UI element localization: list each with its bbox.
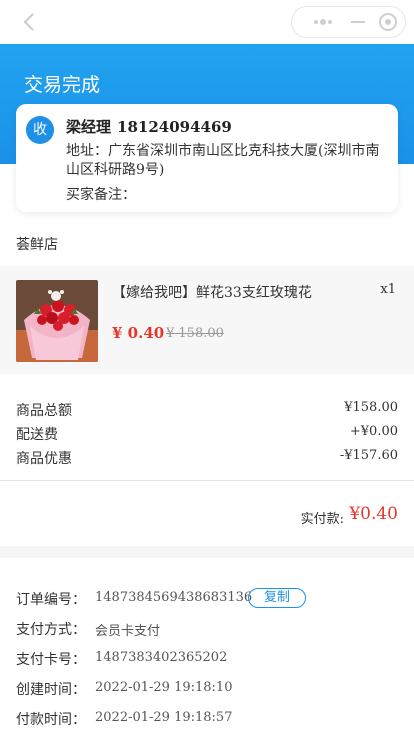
order-item[interactable]: 【嫁给我吧】鲜花33支红玫瑰花 x1 ¥ 0.40 ¥ 158.00	[0, 266, 414, 374]
section-gap	[0, 546, 414, 558]
info-row-payment-method: 支付方式： 会员卡支付	[16, 619, 398, 641]
summary-label: 商品总额	[16, 403, 72, 419]
receiver-address: 地址：广东省深圳市南山区比克科技大厦(深圳市南山区科研路9号)	[66, 142, 391, 180]
shop-name[interactable]: 荟鲜店	[16, 234, 58, 254]
product-original-price: ¥ 158.00	[166, 326, 224, 341]
order-number: 1487384569438683136	[95, 590, 253, 605]
summary-row-discount: 商品优惠 -¥157.60	[16, 448, 398, 470]
summary-value: -¥157.60	[339, 448, 398, 463]
paid-time: 2022-01-29 19:18:57	[95, 710, 233, 725]
target-close-icon	[379, 13, 397, 31]
receiver-badge: 收	[26, 116, 54, 144]
product-image	[16, 280, 98, 362]
address-label: 地址：	[66, 143, 108, 159]
receiver-name: 梁经理	[66, 118, 112, 136]
address-value: 广东省深圳市南山区比克科技大厦(深圳市南山区科研路9号)	[66, 143, 380, 178]
product-price: ¥ 0.40	[112, 324, 165, 342]
summary-value: +¥0.00	[349, 424, 398, 439]
more-button[interactable]	[302, 7, 342, 37]
info-label: 支付方式：	[16, 622, 86, 638]
more-dots-icon	[314, 19, 332, 25]
receiver-card: 收 梁经理 18124094469 地址：广东省深圳市南山区比克科技大厦(深圳市南…	[16, 104, 398, 212]
info-row-card-number: 支付卡号： 1487383402365202	[16, 649, 398, 671]
back-button[interactable]	[18, 10, 40, 34]
minimize-button[interactable]	[342, 7, 374, 37]
product-title: 【嫁给我吧】鲜花33支红玫瑰花	[112, 285, 312, 301]
info-row-order-number: 订单编号： 1487384569438683136 复制	[16, 588, 398, 611]
summary-row-delivery-fee: 配送费 +¥0.00	[16, 424, 398, 446]
payment-method: 会员卡支付	[95, 624, 161, 639]
summary-label: 配送费	[16, 427, 58, 443]
info-label: 支付卡号：	[16, 652, 86, 668]
info-label: 订单编号：	[16, 592, 86, 608]
product-quantity: x1	[380, 282, 396, 297]
copy-order-number-button[interactable]: 复制	[248, 588, 306, 608]
paid-amount: ¥0.40	[349, 504, 398, 524]
paid-label: 实付款:	[300, 512, 344, 527]
buyer-note-label: 买家备注：	[66, 187, 136, 203]
receiver-phone: 18124094469	[117, 118, 232, 136]
card-number: 1487383402365202	[95, 650, 228, 665]
minimize-icon	[351, 21, 365, 23]
info-label: 创建时间：	[16, 682, 86, 698]
info-label: 付款时间：	[16, 712, 86, 728]
summary-value: ¥158.00	[344, 400, 398, 415]
summary-label: 商品优惠	[16, 451, 72, 467]
info-row-created-time: 创建时间： 2022-01-29 19:18:10	[16, 679, 398, 701]
order-status-title: 交易完成	[24, 74, 101, 96]
mini-program-capsule	[291, 6, 406, 38]
info-row-paid-time: 付款时间： 2022-01-29 19:18:57	[16, 709, 398, 731]
summary-divider	[0, 480, 414, 481]
created-time: 2022-01-29 19:18:10	[95, 680, 233, 695]
receiver-line: 梁经理 18124094469	[66, 116, 232, 137]
summary-row-goods-total: 商品总额 ¥158.00	[16, 400, 398, 422]
navigation-bar	[0, 0, 414, 44]
close-button[interactable]	[374, 7, 404, 37]
chevron-left-icon	[23, 13, 34, 31]
